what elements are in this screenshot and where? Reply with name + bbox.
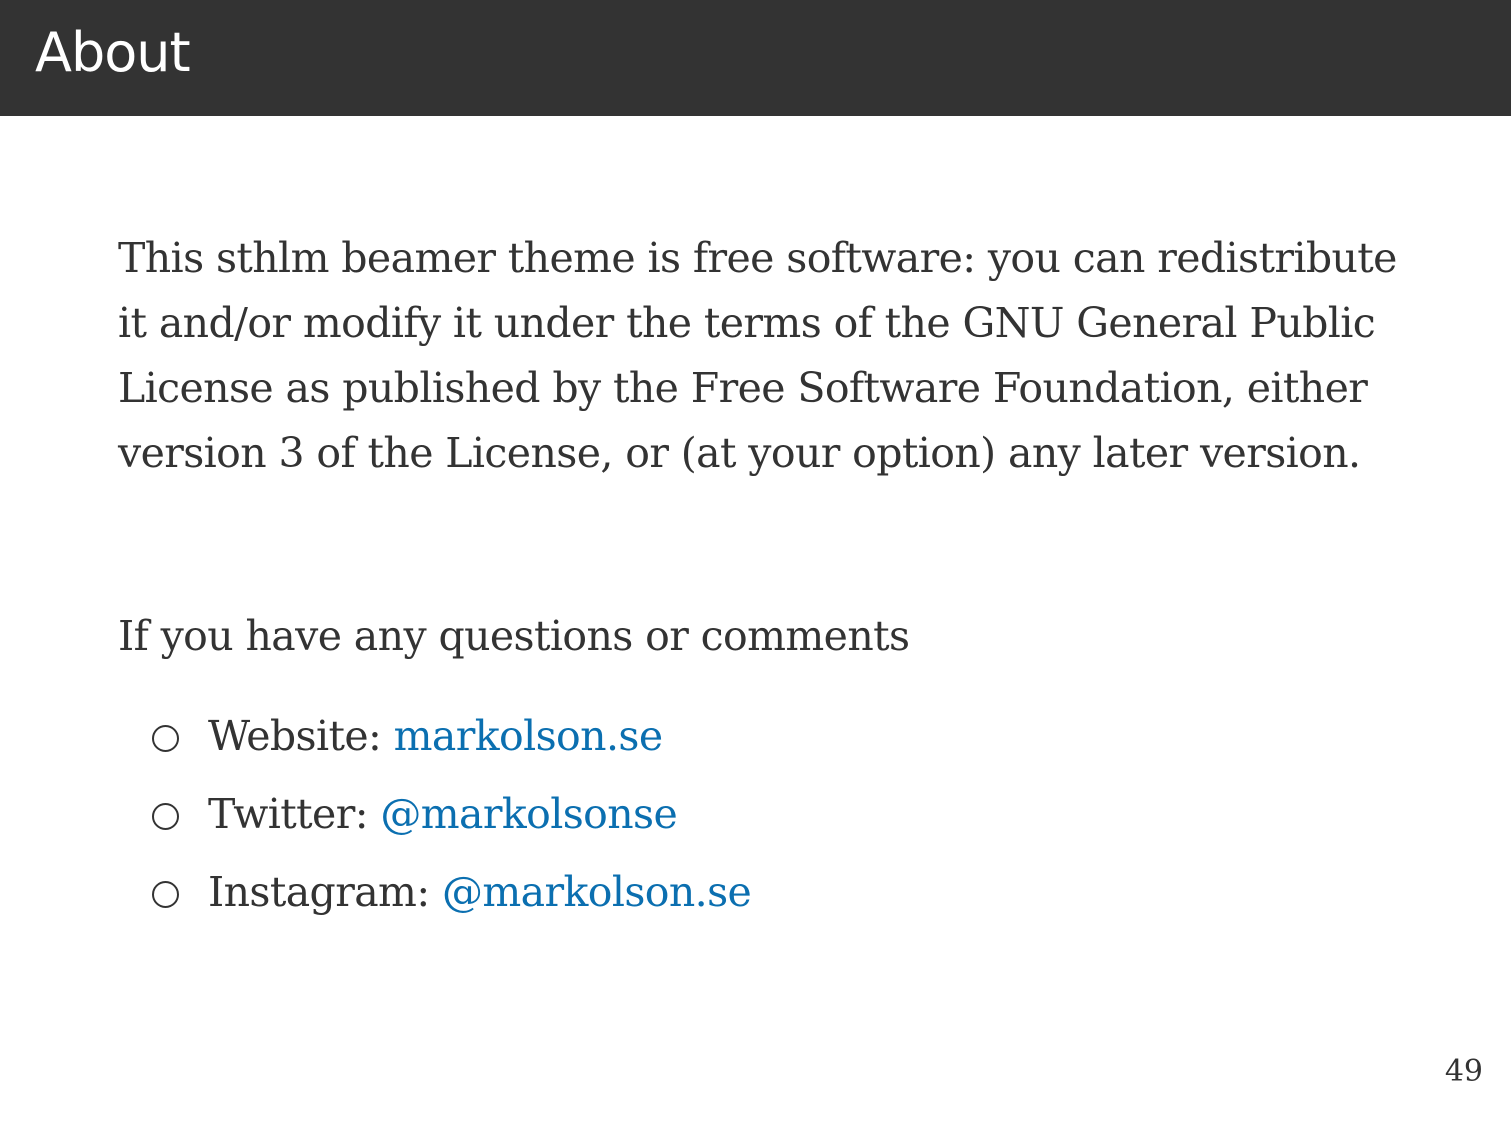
frame-title: About	[35, 21, 191, 84]
contact-label: Instagram:	[208, 868, 442, 916]
slide-content: This sthlm beamer theme is free software…	[118, 226, 1408, 916]
license-line: This sthlm beamer theme is free software…	[118, 234, 1397, 282]
twitter-link[interactable]: @markolsonse	[380, 790, 677, 838]
circle-bullet-icon	[152, 881, 179, 908]
contact-intro: If you have any questions or comments	[118, 612, 910, 660]
contact-list: Website: markolson.se Twitter: @markolso…	[118, 704, 752, 938]
circle-bullet-icon	[152, 725, 179, 752]
contact-item-instagram: Instagram: @markolson.se	[118, 860, 752, 938]
slide: About This sthlm beamer theme is free so…	[0, 0, 1511, 1133]
contact-label: Twitter:	[208, 790, 381, 838]
contact-item-twitter: Twitter: @markolsonse	[118, 782, 751, 860]
frame-title-bar: About	[0, 0, 1511, 116]
instagram-link[interactable]: @markolson.se	[442, 868, 752, 916]
page-number: 49	[1444, 1054, 1483, 1089]
contact-item-website: Website: markolson.se	[118, 704, 751, 782]
website-link[interactable]: markolson.se	[394, 712, 663, 760]
license-line: it and/or modify it under the terms of t…	[118, 299, 1376, 347]
license-line: License as published by the Free Softwar…	[118, 364, 1368, 412]
license-paragraph: This sthlm beamer theme is free software…	[118, 226, 1408, 486]
contact-label: Website:	[208, 712, 394, 760]
license-line: version 3 of the License, or (at your op…	[118, 429, 1361, 477]
circle-bullet-icon	[152, 803, 179, 830]
